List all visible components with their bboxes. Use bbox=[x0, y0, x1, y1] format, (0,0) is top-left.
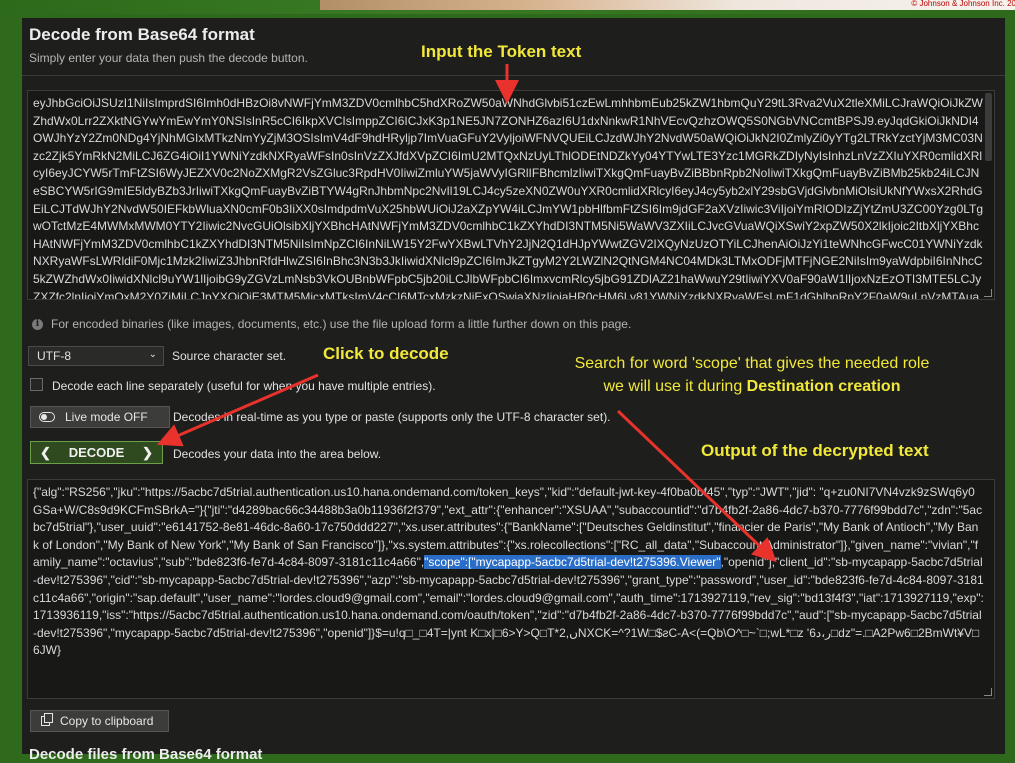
resize-handle[interactable] bbox=[984, 289, 992, 297]
decode-button[interactable]: ❮ DECODE ❯ bbox=[30, 441, 163, 464]
annotation-scope-line2: we will use it during Destination creati… bbox=[532, 375, 972, 398]
copy-label: Copy to clipboard bbox=[60, 714, 154, 728]
annotation-input: Input the Token text bbox=[421, 42, 582, 61]
ad-banner[interactable]: © Johnson & Johnson Inc. 20 bbox=[320, 0, 1015, 10]
annotation-scope-bold: Destination creation bbox=[746, 378, 901, 395]
input-scrollbar[interactable] bbox=[985, 93, 992, 161]
live-mode-desc: Decodes in real-time as you type or past… bbox=[173, 410, 611, 424]
charset-select[interactable]: UTF-8 ⌄ bbox=[28, 346, 164, 366]
charset-value: UTF-8 bbox=[37, 349, 71, 363]
copy-button[interactable]: Copy to clipboard bbox=[30, 710, 169, 732]
ad-copyright: © Johnson & Johnson Inc. 20 bbox=[911, 0, 1015, 8]
binary-info: i For encoded binaries (like images, doc… bbox=[32, 317, 631, 331]
decode-label: DECODE bbox=[68, 445, 125, 460]
decode-desc: Decodes your data into the area below. bbox=[173, 447, 382, 461]
input-textarea[interactable]: eyJhbGciOiJSUzI1NiIsImprdSI6Imh0dHBzOi8v… bbox=[27, 90, 995, 300]
page-subtitle: Simply enter your data then push the dec… bbox=[29, 51, 308, 65]
charset-label: Source character set. bbox=[172, 349, 287, 363]
annotation-output: Output of the decrypted text bbox=[701, 441, 929, 460]
annotation-scope-prefix: we will use it during bbox=[603, 378, 747, 395]
info-icon: i bbox=[32, 318, 43, 330]
output-text-after: ,"openid"],"client_id":"sb-mycapapp-5acb… bbox=[33, 555, 984, 658]
live-mode-button[interactable]: Live mode OFF bbox=[30, 406, 170, 428]
annotation-scope: Search for word 'scope' that gives the n… bbox=[532, 352, 972, 398]
separate-lines-label: Decode each line separately (useful for … bbox=[52, 379, 436, 393]
annotation-scope-line1: Search for word 'scope' that gives the n… bbox=[574, 355, 930, 372]
live-mode-label: Live mode OFF bbox=[65, 410, 148, 424]
page-title: Decode from Base64 format bbox=[29, 25, 255, 44]
chevron-right-icon: ❯ bbox=[142, 444, 153, 460]
annotation-decode: Click to decode bbox=[323, 344, 449, 363]
chevron-left-icon: ❮ bbox=[40, 444, 51, 460]
divider bbox=[22, 75, 1005, 76]
output-textarea[interactable]: {"alg":"RS256","jku":"https://5acbc7d5tr… bbox=[27, 479, 995, 699]
scope-highlight: "scope":["mycapapp-5acbc7d5trial-dev!t27… bbox=[424, 555, 721, 570]
copy-icon bbox=[41, 713, 53, 726]
chevron-down-icon: ⌄ bbox=[148, 349, 157, 360]
binary-info-text: For encoded binaries (like images, docum… bbox=[51, 317, 632, 331]
separate-lines-checkbox[interactable] bbox=[30, 378, 43, 391]
resize-handle[interactable] bbox=[984, 688, 992, 696]
toggle-icon bbox=[39, 412, 55, 422]
files-section-title: Decode files from Base64 format bbox=[29, 746, 263, 763]
input-value: eyJhbGciOiJSUzI1NiIsImprdSI6Imh0dHBzOi8v… bbox=[33, 96, 984, 300]
